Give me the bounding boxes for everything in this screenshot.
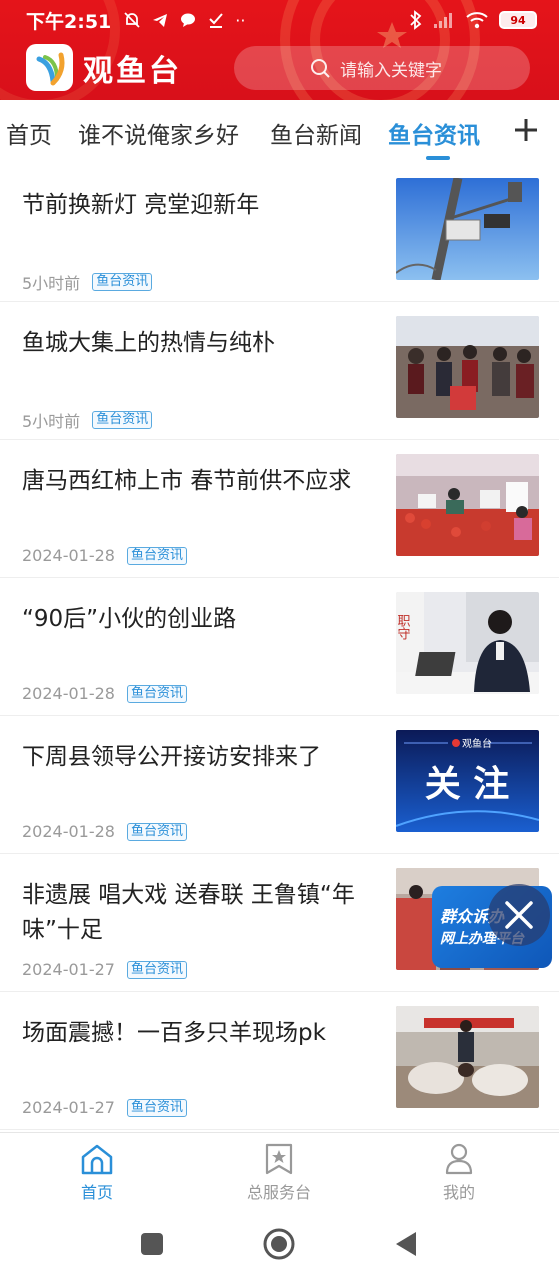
nav-home[interactable]: 首页	[47, 1143, 147, 1203]
news-thumbnail: 观鱼台 关 注	[396, 730, 539, 832]
tab-yutai-info[interactable]: 鱼台资讯	[388, 116, 480, 150]
tab-home[interactable]: 首页	[6, 116, 52, 150]
search-input[interactable]: 请输入关键字	[234, 46, 530, 90]
news-time: 2024-01-28	[22, 546, 115, 565]
news-tag: 鱼台资讯	[92, 273, 153, 291]
nav-mine[interactable]: 我的	[409, 1143, 509, 1203]
news-item[interactable]: 鱼城大集上的热情与纯朴 5小时前 鱼台资讯	[0, 302, 559, 440]
news-title: 节前换新灯 亮堂迎新年	[22, 192, 260, 218]
news-title: 唐马西红柿上市 春节前供不应求	[22, 468, 352, 494]
back-button[interactable]	[394, 1230, 418, 1258]
news-tag: 鱼台资讯	[126, 1098, 187, 1117]
tab-hometown[interactable]: 谁不说俺家乡好	[78, 116, 239, 150]
app-header: 下午2:51 ·· 94 观鱼台 请输入关键字	[0, 0, 559, 100]
home-icon	[81, 1144, 113, 1175]
home-button[interactable]	[262, 1227, 296, 1261]
thumb-wall-text: 职守	[396, 614, 410, 640]
search-placeholder: 请输入关键字	[340, 60, 442, 81]
news-thumbnail	[396, 1006, 539, 1108]
recent-apps-button[interactable]	[140, 1232, 164, 1256]
status-time: 下午2:51	[26, 10, 112, 33]
bottom-navigation: 首页 总服务台 我的	[0, 1132, 559, 1212]
category-tabs: 首页 谁不说俺家乡好 鱼台新闻 鱼台资讯	[0, 100, 559, 164]
thumb-headline-text: 关 注	[425, 764, 510, 805]
news-thumbnail	[396, 316, 539, 418]
news-tag: 鱼台资讯	[92, 411, 153, 429]
news-tag: 鱼台资讯	[126, 822, 187, 841]
news-thumbnail: 职守	[396, 592, 539, 694]
status-bar: 下午2:51 ·· 94	[0, 0, 559, 40]
tab-yutai-news[interactable]: 鱼台新闻	[270, 116, 362, 150]
news-title: 下周县领导公开接访安排来了	[22, 744, 321, 770]
nav-service-desk-label: 总服务台	[246, 1183, 311, 1202]
signal-icon	[434, 13, 452, 28]
close-ad-button[interactable]	[488, 884, 550, 946]
add-tab-icon[interactable]	[512, 116, 540, 144]
news-item[interactable]: 唐马西红柿上市 春节前供不应求 2024-01-28 鱼台资讯	[0, 440, 559, 578]
check-download-icon	[209, 12, 224, 28]
news-title: 非遗展 唱大戏 送春联 王鲁镇“年味”十足	[22, 882, 355, 943]
bookmark-star-icon	[265, 1143, 293, 1175]
battery-indicator: 94	[499, 11, 537, 29]
news-title: 鱼城大集上的热情与纯朴	[22, 330, 275, 356]
wifi-icon	[466, 12, 488, 29]
news-time: 5小时前	[22, 412, 81, 431]
news-title: 场面震撼！一百多只羊现场pk	[22, 1020, 326, 1046]
search-icon	[311, 59, 330, 78]
news-time: 5小时前	[22, 274, 81, 293]
chat-bubble-icon	[181, 13, 196, 27]
app-title: 观鱼台	[83, 53, 182, 89]
nav-home-label: 首页	[80, 1183, 113, 1202]
news-tag: 鱼台资讯	[126, 546, 187, 565]
telegram-icon	[153, 13, 168, 27]
active-tab-indicator	[426, 156, 450, 160]
fish-logo-icon	[36, 52, 64, 85]
nav-mine-label: 我的	[442, 1183, 475, 1202]
news-title: “90后”小伙的创业路	[22, 606, 237, 632]
nav-service-desk[interactable]: 总服务台	[229, 1143, 329, 1203]
news-item[interactable]: 下周县领导公开接访安排来了 2024-01-28 鱼台资讯 观鱼台 关 注	[0, 716, 559, 854]
person-icon	[445, 1143, 473, 1175]
news-item[interactable]: 场面震撼！一百多只羊现场pk 2024-01-27 鱼台资讯	[0, 992, 559, 1130]
more-notifications-icon: ··	[235, 10, 246, 30]
close-icon	[505, 901, 533, 929]
mute-bell-icon	[124, 11, 140, 28]
news-time: 2024-01-28	[22, 684, 115, 703]
news-thumbnail	[396, 454, 539, 556]
app-logo	[26, 44, 73, 91]
bluetooth-icon	[410, 10, 422, 30]
thumb-brand-text: 观鱼台	[462, 737, 492, 750]
system-navigation-bar	[0, 1212, 559, 1280]
news-item[interactable]: “90后”小伙的创业路 2024-01-28 鱼台资讯 职守	[0, 578, 559, 716]
news-item[interactable]: 节前换新灯 亮堂迎新年 5小时前 鱼台资讯	[0, 164, 559, 302]
news-tag: 鱼台资讯	[126, 960, 187, 979]
news-time: 2024-01-27	[22, 1098, 115, 1117]
news-thumbnail	[396, 178, 539, 280]
news-time: 2024-01-28	[22, 822, 115, 841]
news-time: 2024-01-27	[22, 960, 115, 979]
news-tag: 鱼台资讯	[126, 684, 187, 703]
